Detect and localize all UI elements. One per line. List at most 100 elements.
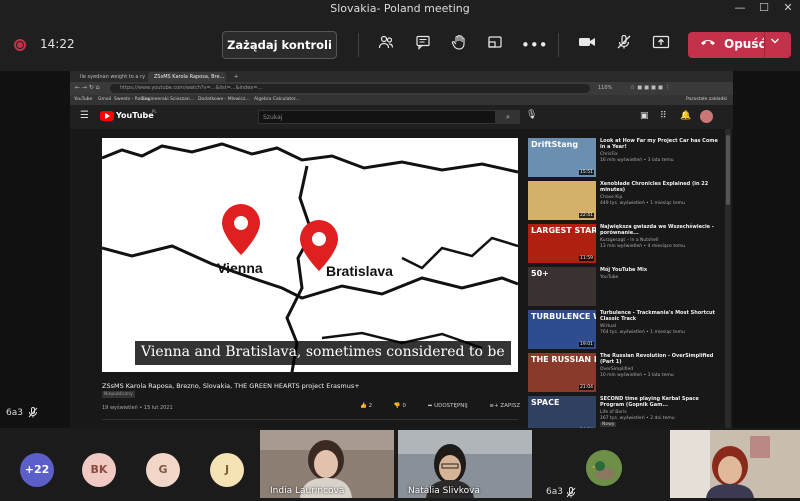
hang-up-icon [700,35,716,53]
self-video-tile[interactable] [670,430,800,498]
video-caption: Vienna and Bratislava, sometimes conside… [135,341,511,365]
participant-avatar[interactable]: BK [82,453,116,487]
page-scrollbar[interactable] [725,129,731,428]
participants-bar: +22 BK G J India Laurincova Natália Sliv… [0,428,800,498]
url-field[interactable]: https://www.youtube.com/watch?v=...&list… [110,84,590,93]
like-button[interactable]: 👍 2 [360,403,382,409]
participant-video-tile[interactable]: Natália Slivková [398,430,532,498]
chat-icon[interactable] [412,34,434,56]
video-thumbnail[interactable]: TURBULENCE WAS BROKEN 19:01 [528,310,596,349]
thumbnail-text: SPACE [531,398,560,407]
video-thumbnail[interactable]: 50+ [528,267,596,306]
save-button[interactable]: ≡+ ZAPISZ [489,403,530,409]
create-video-icon[interactable]: ▣ [640,111,649,121]
video-stats: 167 tys. wyświetleń • 2 dni temu [600,416,675,421]
channel-name[interactable]: YouTube [600,275,618,280]
new-badge: Nowy [600,422,617,427]
thumbnail-text: DriftStang [531,140,579,149]
window-title: Slovakia- Poland meeting [330,2,470,15]
youtube-search-input[interactable]: Szukaj [258,110,496,124]
zoom-level: 110% [598,85,613,91]
recommended-video-item[interactable]: TURBULENCE WAS BROKEN 19:01 Turbulence - T… [528,310,723,351]
voice-search-icon[interactable]: 🎙 [526,110,537,120]
recommended-video-item[interactable]: 50+ Mój YouTube Mix YouTube [528,267,723,308]
video-thumbnail[interactable]: SPACE14:04 [528,396,596,428]
browser-tab[interactable]: Ile syednan weight to a ry t... [74,72,146,82]
participant-video-tile[interactable]: India Laurincova [260,430,394,498]
recommended-video-item[interactable]: THE RUSSIAN REVOLUTION 21:04 The Russian R… [528,353,723,394]
recommended-video-item[interactable]: SPACE14:04 SECOND time playing Kerbal Spa… [528,396,723,428]
other-bookmarks[interactable]: Pozostałe zakładki [686,97,727,102]
video-title: Turbulence - Trackmania's Most Shortcut … [600,310,715,322]
channel-name[interactable]: Kurzgesagt – In a Nutshell [600,238,659,243]
video-thumbnail[interactable]: 22:41 [528,181,596,220]
thumbnail-text: TURBULENCE WAS BROKEN [531,312,596,321]
thumbnail-text: 50+ [531,269,549,278]
video-stats: 13 mln wyświetleń • 4 miesiące temu [600,244,686,249]
channel-name[interactable]: OverSimplified [600,367,633,372]
nav-arrows-icon[interactable]: ← → ↻ ⌂ [75,84,100,91]
microphone-muted-icon [566,487,576,501]
meeting-toolbar: 14:22 Zażądaj kontroli ••• Opuść [0,19,800,71]
extensions-icon[interactable]: ☆ ◼ ◼ ◼ ◼ ⋮ [630,84,671,91]
video-thumbnail[interactable]: THE RUSSIAN REVOLUTION 21:04 [528,353,596,392]
request-control-button[interactable]: Zażądaj kontroli [222,31,337,59]
toolbar-divider [558,33,559,57]
apps-grid-icon[interactable]: ⠿ [660,111,667,121]
minimize-button[interactable]: — [728,1,752,14]
channel-name[interactable]: Wirtual [600,324,616,329]
video-title: Mój YouTube Mix [600,267,648,273]
bookmark-item[interactable]: Gmail [98,97,111,102]
meeting-timer: 14:22 [40,37,75,51]
close-window-button[interactable]: ✕ [776,1,800,14]
dislike-button[interactable]: 👎 0 [394,403,416,409]
leave-button[interactable]: Opuść [688,32,791,58]
participant-avatar[interactable]: J [210,453,244,487]
video-title: Największa gwiazda we Wszechświecie - po… [600,224,714,236]
bookmark-item[interactable]: Engineeraki Sciezzan... [142,97,194,102]
chevron-down-icon[interactable] [770,36,780,49]
video-title: Look at How Far my Project Car has Come … [600,138,718,150]
hamburger-menu-icon[interactable]: ☰ [80,110,89,121]
vienna-pin-icon [222,204,260,255]
participants-icon[interactable] [375,34,397,56]
leave-label: Opuść [724,37,766,51]
bookmark-item[interactable]: YouTube [74,97,92,102]
notifications-bell-icon[interactable]: 🔔 [680,111,691,121]
channel-name[interactable]: Chase Kip [600,195,622,200]
video-duration: 15:51 [579,170,594,175]
recommended-video-item[interactable]: DriftStang 15:51 Look at How Far my Projec… [528,138,723,179]
channel-name[interactable]: Life of Boris [600,410,627,415]
share-screen-icon[interactable] [650,34,672,56]
rooms-icon[interactable] [484,34,506,56]
duck-avatar[interactable] [586,450,622,486]
participant-avatar[interactable]: G [146,453,180,487]
browser-tab-active[interactable]: ZSsMS Karola Raposa, Bre... [148,72,226,82]
new-tab-icon[interactable]: + [228,72,240,82]
microphone-muted-icon[interactable] [613,34,635,56]
camera-icon[interactable] [576,34,598,56]
video-duration: 19:01 [579,342,594,347]
share-button[interactable]: ➦ UDOSTĘPNIJ [428,403,478,409]
search-icon[interactable]: ⌕ [496,110,520,124]
scrollbar-thumb[interactable] [726,135,730,205]
map-illustration: Vienna Bratislava [102,142,518,372]
overflow-participants-badge[interactable]: +22 [20,453,54,487]
shared-screen-stage: Ile syednan weight to a ry t... ZSsMS Ka… [0,71,800,428]
recommended-video-item[interactable]: 22:41 Xenoblade Chronicles Explained (in … [528,181,723,222]
video-stats: 764 tys. wyświetleń • 1 miesiąc temu [600,330,685,335]
more-options-icon[interactable]: ••• [521,34,548,56]
maximize-button[interactable]: ☐ [752,1,776,14]
youtube-logo-icon[interactable] [100,111,114,121]
shared-browser-window: Ile syednan weight to a ry t... ZSsMS Ka… [70,71,733,428]
video-thumbnail[interactable]: DriftStang 15:51 [528,138,596,177]
raise-hand-icon[interactable] [448,34,470,56]
account-avatar[interactable] [700,110,713,123]
video-player[interactable]: Vienna Bratislava Vienna and Bratislava,… [102,138,518,372]
video-thumbnail[interactable]: LARGEST STAR 11:59 [528,224,596,263]
bookmark-item[interactable]: Algebra Calculator... [254,97,300,102]
channel-name[interactable]: ChrisFix [600,152,618,157]
bookmark-item[interactable]: Dodatkowe - Mlewicz... [198,97,250,102]
recommended-video-item[interactable]: LARGEST STAR 11:59 Największa gwiazda we W… [528,224,723,265]
unlisted-badge: Niepubliczny [102,391,135,398]
